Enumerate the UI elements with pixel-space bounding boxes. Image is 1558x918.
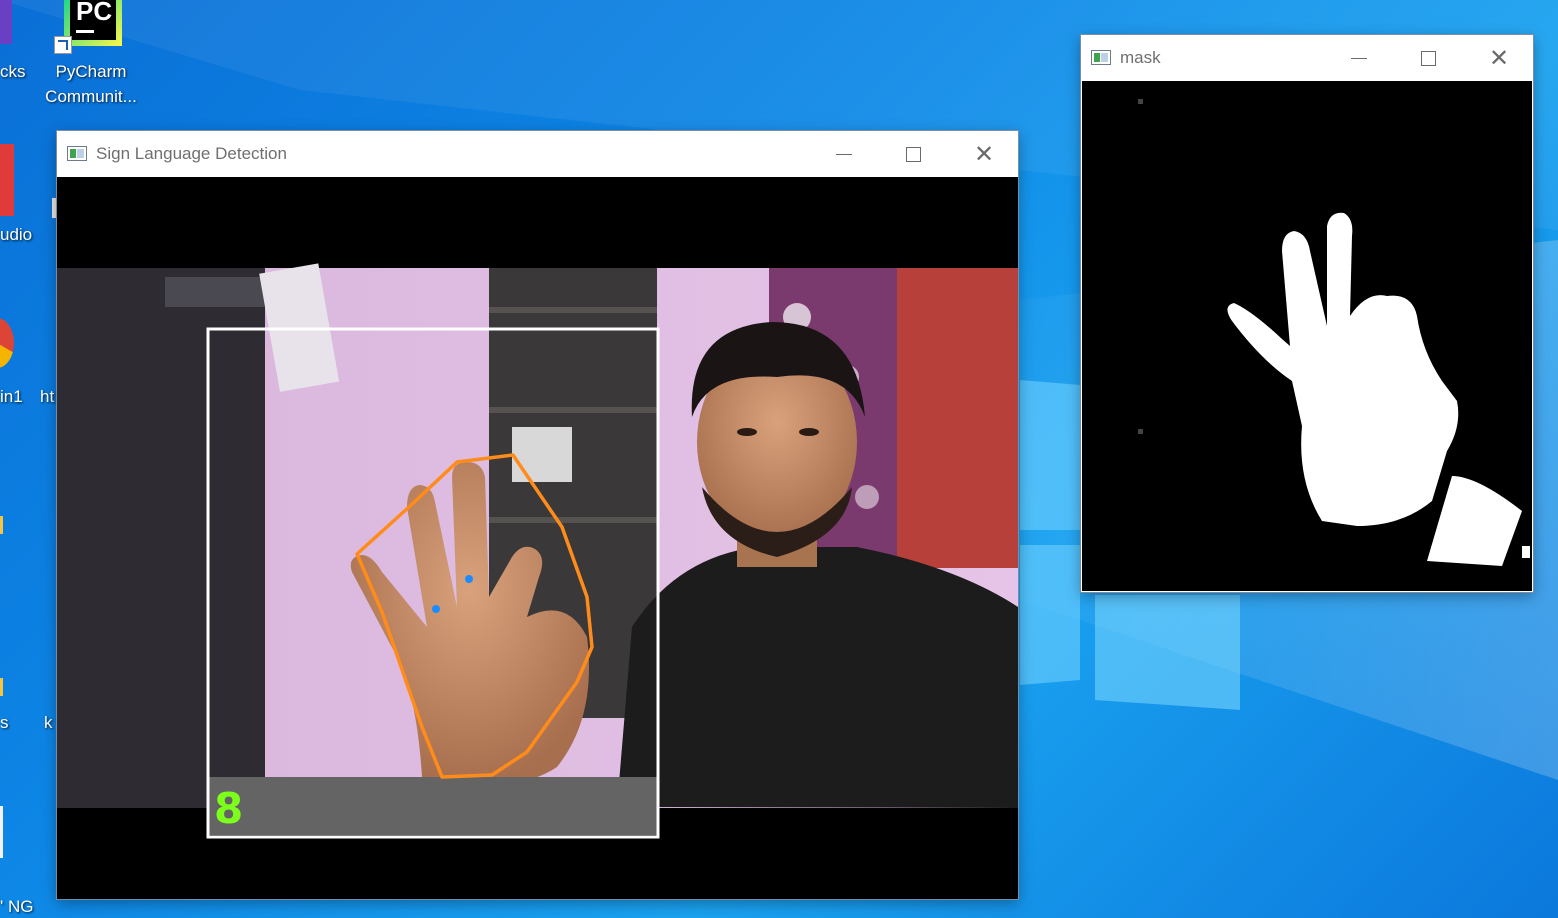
desktop-icon-label: s [0,713,9,732]
window-app-icon [67,146,87,161]
cabinet [57,268,265,808]
mask-frame [1082,81,1532,591]
mask-window[interactable]: mask ✕ [1081,35,1533,592]
desktop-icon-partial-2[interactable] [0,144,14,216]
defect-point [465,575,473,583]
binary-mask [1082,81,1532,591]
maximize-button[interactable] [1393,35,1463,81]
minimize-button[interactable] [809,131,879,177]
folder-icon[interactable] [0,678,3,696]
camera-frame: 8 [57,177,1018,899]
desktop-icon-partial-1[interactable] [0,0,12,44]
red-wall [897,268,1018,568]
desktop-icon-label: PyCharm Communit... [45,62,137,106]
desktop-icon-label: ' NG [0,897,34,916]
sign-language-detection-window[interactable]: Sign Language Detection ✕ 8 [57,131,1018,899]
desktop-icon-label: cks [0,62,26,81]
desktop-icon-label: k [44,713,53,732]
camera-feed [57,263,1018,899]
title-bar[interactable]: Sign Language Detection ✕ [57,131,1018,177]
desktop-icon-label: udio [0,225,33,244]
close-button[interactable]: ✕ [1464,35,1534,81]
window-title: Sign Language Detection [96,144,287,163]
maximize-button[interactable] [878,131,948,177]
window-title: mask [1120,48,1161,67]
close-button[interactable]: ✕ [949,131,1019,177]
pycharm-icon[interactable]: PC [54,0,124,54]
title-bar[interactable]: mask ✕ [1081,35,1533,81]
minimize-button[interactable] [1324,35,1394,81]
defect-point [432,605,440,613]
person-shirt [617,547,1018,808]
shortcut-arrow-icon [54,36,72,54]
pycharm-logo-text: PC [76,0,113,26]
file-icon[interactable] [0,806,3,858]
paper-notice [512,427,572,482]
window-app-icon [1091,50,1111,65]
prediction-panel [209,777,657,835]
folder-icon[interactable] [0,516,3,534]
prediction-label: 8 [214,784,244,833]
desktop-icon-label: ht [40,387,55,406]
desktop: cks PC PyCharm Communit... udio in1 ht s… [0,0,1558,918]
desktop-icon-label: in1 [0,387,23,406]
